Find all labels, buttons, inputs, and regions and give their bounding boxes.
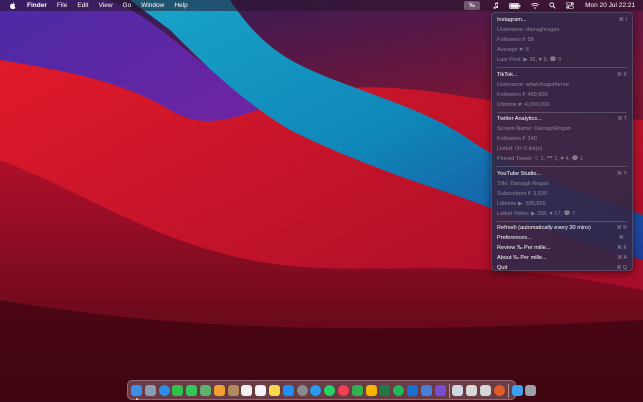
- youtube-latest-video: Latest Video: ▶ 258, ♥ 17, 💬 7: [497, 210, 576, 217]
- youtube-lifetime: Lifetime ▶: 595,826: [497, 200, 546, 207]
- numbers-icon[interactable]: [351, 385, 363, 396]
- menu-go[interactable]: Go: [118, 0, 137, 11]
- facetime-icon[interactable]: [172, 385, 184, 396]
- launchpad-icon[interactable]: [144, 385, 156, 396]
- shortcut-label: ⌘ Y: [617, 170, 627, 177]
- per-mille-status-item[interactable]: ‰: [464, 1, 481, 10]
- shortcut-label: ⌘ I: [618, 17, 627, 23]
- excel-icon[interactable]: [379, 385, 391, 396]
- menu-item-label: Review ‰ Per mille...: [497, 245, 551, 251]
- shortcut-label: ⌘ K: [616, 71, 627, 78]
- menu-item-label: Instagram...: [497, 17, 527, 23]
- instagram-followers: Followers 𝒇: 58: [497, 37, 534, 43]
- instagram-average: Average ♥: 8: [497, 47, 529, 53]
- youtube-title: Title: Darragh Rogan: [497, 180, 549, 187]
- menu-edit[interactable]: Edit: [72, 0, 93, 11]
- maps-icon[interactable]: [200, 385, 211, 396]
- menu-item-label: About ‰ Per mille...: [497, 255, 547, 261]
- finder-icon[interactable]: [131, 385, 142, 396]
- menu-item-label: TikTok...: [497, 71, 518, 78]
- menu-view[interactable]: View: [94, 0, 118, 11]
- menu-item-label: YouTube Studio...: [497, 170, 542, 177]
- instagram-last-post: Last Post: ▶ 36, ♥ 9, 💬 0: [497, 57, 562, 63]
- menu-separator: [497, 166, 627, 167]
- menu-item-youtube-studio[interactable]: YouTube Studio... ⌘ Y: [492, 169, 632, 179]
- menu-item-label: Quit: [497, 265, 508, 271]
- control-center-icon[interactable]: [561, 0, 579, 11]
- text-editor-icon[interactable]: [420, 385, 432, 396]
- menu-bar-clock[interactable]: Mon 20 Jul 22:21: [579, 2, 643, 9]
- system-preferences-icon[interactable]: [296, 385, 308, 396]
- dock-divider: [448, 384, 450, 398]
- shortcut-label: ⌘ T: [617, 116, 627, 122]
- notes-icon[interactable]: [269, 385, 280, 396]
- sketch-icon[interactable]: [365, 385, 377, 396]
- menu-item-instagram[interactable]: Instagram... ⌘ I: [492, 15, 632, 25]
- menu-finder[interactable]: Finder: [22, 0, 52, 11]
- x11-icon[interactable]: [493, 385, 505, 396]
- xcode-icon[interactable]: [407, 385, 418, 396]
- battery-icon[interactable]: [504, 0, 526, 11]
- twitter-pinned-tweet: Pinned Tweet: ♲ 1, ❝❞ 1, ♥ 4, 💬 1: [497, 156, 584, 162]
- calendar-icon[interactable]: [241, 385, 253, 396]
- menu-file[interactable]: File: [52, 0, 72, 11]
- menu-item-refresh[interactable]: Refresh (automatically every 30 mins) ⌘ R: [492, 223, 632, 233]
- activity-icon[interactable]: [466, 385, 478, 396]
- twitter-followers: Followers 𝒇: 240: [497, 136, 537, 142]
- menu-item-quit[interactable]: Quit ⌘ Q: [492, 263, 632, 273]
- pocket-icon[interactable]: [338, 385, 349, 396]
- shortcut-label: ⌘ R: [616, 225, 627, 231]
- reminders-icon[interactable]: [255, 385, 267, 396]
- shortcut-label: ⌘ Q: [616, 265, 627, 271]
- menu-separator: [497, 220, 627, 221]
- apple-logo-icon[interactable]: [10, 2, 16, 9]
- menu-item-preferences[interactable]: Preferences... ⌘ ,: [492, 233, 632, 243]
- shortcut-label: ⌘ A: [617, 255, 627, 261]
- tweetbot-icon[interactable]: [310, 385, 322, 396]
- youtube-subscribers: Subscribers 𝒇: 3,530: [497, 190, 548, 197]
- tiktok-lifetime: Lifetime ♥: 4,000,000: [497, 101, 550, 108]
- dock-divider: [508, 384, 509, 398]
- menu-item-label: Preferences...: [497, 235, 532, 241]
- downloads-folder-icon[interactable]: [511, 385, 523, 396]
- shortcut-label: ⌘ ,: [618, 235, 627, 241]
- photos-icon[interactable]: [213, 385, 225, 396]
- preview-icon[interactable]: [452, 385, 464, 396]
- wifi-icon[interactable]: [526, 0, 544, 11]
- script-editor-icon[interactable]: [480, 385, 491, 396]
- per-mille-dropdown-menu: Instagram... ⌘ I Username: darraghrogan F…: [491, 12, 633, 271]
- twitter-screen-name: Screen Name: DarraghRogan: [497, 126, 571, 132]
- menu-item-about[interactable]: About ‰ Per mille... ⌘ A: [492, 253, 632, 263]
- trash-icon[interactable]: [525, 385, 537, 396]
- messages-icon[interactable]: [186, 385, 198, 396]
- menu-help[interactable]: Help: [169, 0, 192, 11]
- dock: [127, 380, 537, 400]
- menu-window[interactable]: Window: [136, 0, 169, 11]
- tiktok-username: Username: whatchugotforme: [497, 81, 569, 88]
- running-indicator: [135, 398, 138, 400]
- menu-separator: [497, 67, 627, 68]
- per-mille-icon[interactable]: [434, 385, 446, 396]
- tiktok-followers: Followers 𝒇: 469,800: [497, 91, 548, 98]
- twitter-listed: Listed: On 0 list(s): [497, 146, 543, 152]
- menu-item-label: Refresh (automatically every 30 mins): [497, 225, 591, 231]
- instagram-username: Username: darraghrogan: [497, 27, 560, 33]
- menu-bar: Finder File Edit View Go Window Help ‰ M…: [0, 0, 643, 11]
- app-store-icon[interactable]: [282, 385, 294, 396]
- shortcut-label: ⌘ E: [616, 245, 627, 251]
- menu-item-tiktok[interactable]: TikTok... ⌘ K: [492, 70, 632, 80]
- contacts-icon[interactable]: [227, 385, 239, 396]
- whatsapp-icon[interactable]: [324, 385, 336, 396]
- spotify-icon[interactable]: [393, 385, 405, 396]
- safari-icon[interactable]: [158, 385, 170, 396]
- menu-item-twitter-analytics[interactable]: Twitter Analytics... ⌘ T: [492, 114, 632, 124]
- music-note-icon[interactable]: [488, 0, 504, 11]
- menu-item-label: Twitter Analytics...: [497, 116, 542, 122]
- menu-separator: [497, 111, 627, 112]
- menu-item-review[interactable]: Review ‰ Per mille... ⌘ E: [492, 243, 632, 253]
- search-icon[interactable]: [544, 0, 561, 11]
